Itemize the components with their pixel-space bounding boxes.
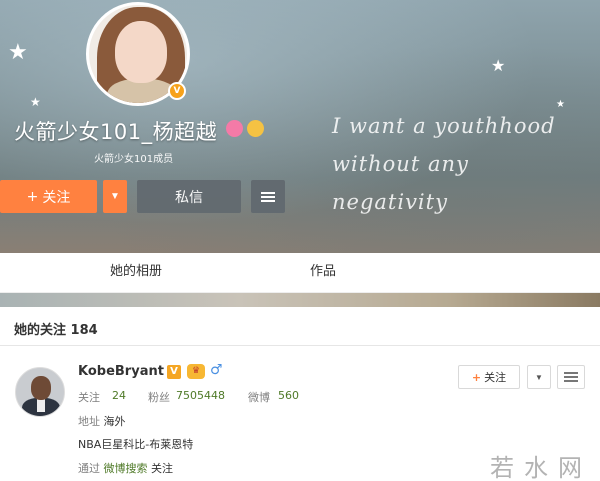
member-crown-icon: ♛ [187,364,205,379]
user-name[interactable]: KobeBryant [78,364,164,379]
slogan-line: I want a youthhood [332,114,556,138]
star-decoration-icon: ★ [491,56,506,75]
follow-source: 通过 微博搜索 关注 [78,460,173,476]
user-location: 地址 海外 [78,413,126,429]
chevron-down-icon: ▼ [110,191,120,202]
divider [0,345,600,346]
fans-count[interactable]: 7505448 [176,389,225,402]
follow-menu-button[interactable]: ▼ [103,180,127,213]
profile-header: ★ ★ ★ ★ V 火箭少女101_杨超越 火箭少女101成员 I want a… [0,0,600,253]
profile-caption: 火箭少女101成员 [94,154,174,165]
emoji-face-icon [247,120,264,137]
fans-count-label: 粉丝 [148,391,170,404]
location-value: 海外 [103,415,126,428]
follow-button-label: 关注 [42,189,71,206]
tab-album[interactable]: 她的相册 [110,253,162,293]
tab-works[interactable]: 作品 [310,253,336,293]
message-button[interactable]: 私信 [137,180,241,213]
profile-name: 火箭少女101_杨超越 [14,120,218,144]
watermark: 若水网 [490,454,592,481]
verified-badge-icon: V [168,82,186,100]
star-decoration-icon: ★ [8,40,28,65]
slogan-line: negativity [332,190,448,214]
via-prefix: 通过 [78,462,100,475]
chevron-down-icon: ▼ [535,372,543,382]
user-more-button[interactable] [557,365,585,389]
follow-user-button-label: 关注 [484,371,507,384]
following-title: 她的关注 184 [14,323,98,338]
following-count-label: 关注 [78,391,100,404]
follow-user-button[interactable]: + 关注 [458,365,520,389]
menu-icon [261,191,275,202]
star-decoration-icon: ★ [30,95,41,109]
menu-icon [564,372,578,382]
via-suffix: 关注 [151,462,173,475]
banner-strip [0,293,600,307]
weibo-count-label: 微博 [248,391,270,404]
weibo-search-link[interactable]: 微博搜索 [104,462,148,475]
more-button[interactable] [251,180,285,213]
location-label: 地址 [78,415,100,428]
following-count[interactable]: 24 [112,389,126,402]
flower-icon [226,120,243,137]
plus-icon: + [471,370,482,384]
user-menu-button[interactable]: ▼ [527,365,551,389]
profile-tabs: 她的相册 作品 [0,253,600,293]
male-gender-icon: ♂ [210,362,223,378]
user-bio: NBA巨星科比-布莱恩特 [78,438,194,451]
weibo-count[interactable]: 560 [278,389,299,402]
plus-icon: + [26,188,39,205]
avatar[interactable] [15,367,65,417]
follow-button[interactable]: + 关注 [0,180,97,213]
verified-badge-icon: V [167,365,181,379]
slogan-line: without any [332,152,469,176]
star-decoration-icon: ★ [556,99,565,110]
